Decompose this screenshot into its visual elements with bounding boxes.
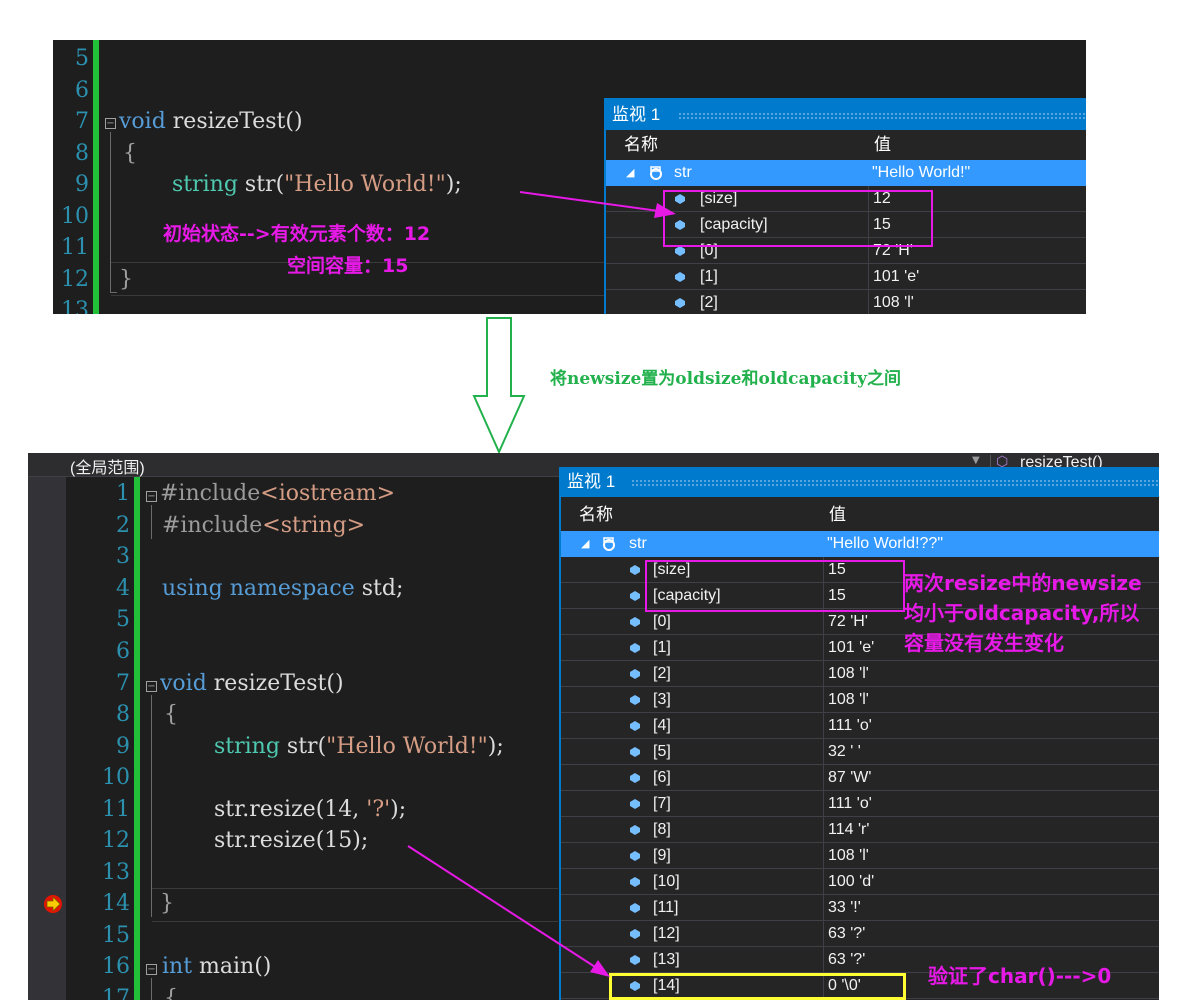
bottom-editor-panel: (全局范围) ▼ ⬡ resizeTest() 1 2 3 4 5 6 7 8 … [28, 453, 1159, 1000]
annotation-arrow [519, 191, 676, 218]
transition-label: 将newsize置为oldsize和oldcapacity之间 [550, 369, 901, 389]
down-arrow-icon [472, 317, 526, 454]
annotation-arrow [407, 845, 610, 977]
top-editor-panel: 5 6 7 8 9 10 11 12 13 − void resizeTest(… [53, 40, 1086, 314]
